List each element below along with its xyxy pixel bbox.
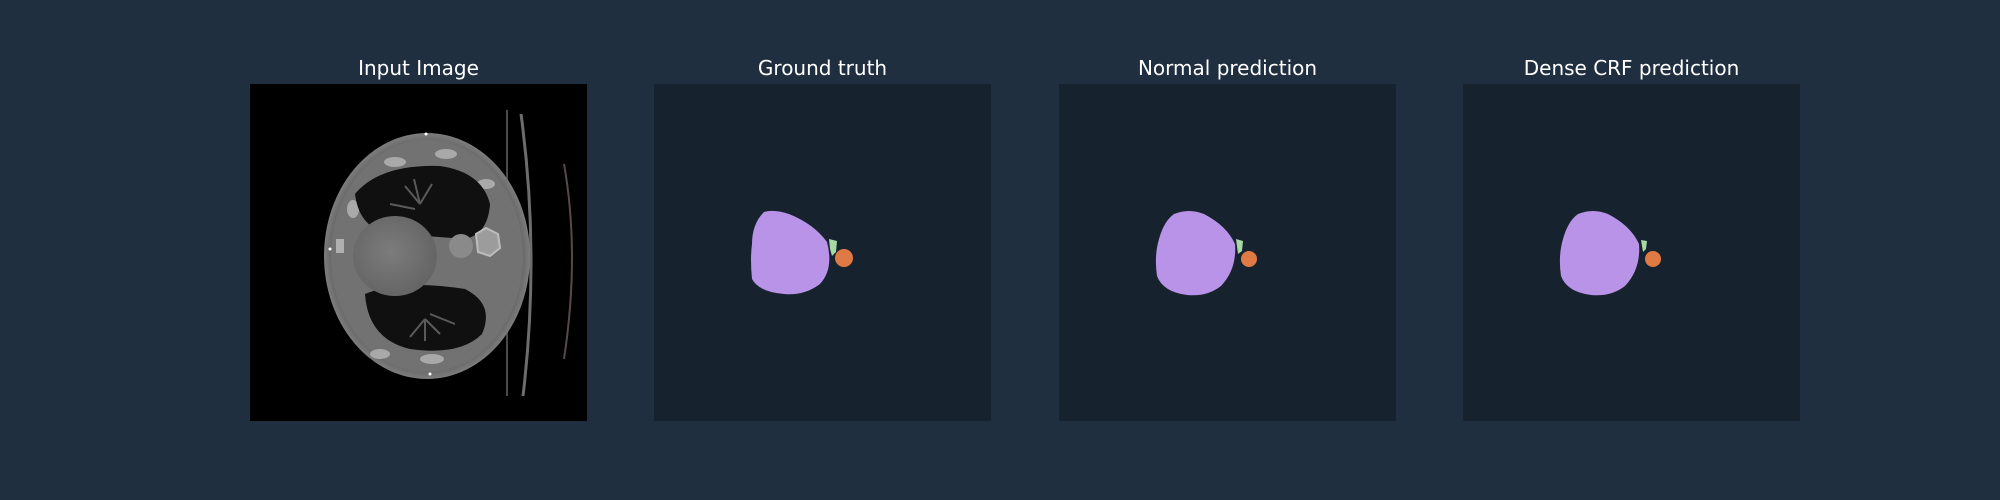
normal-prediction-mask <box>1059 84 1396 421</box>
panel-title-dense-crf-prediction: Dense CRF prediction <box>1523 56 1740 80</box>
figure: Input Image Ground truth Normal predicti… <box>0 0 2000 500</box>
normal-prediction-panel <box>1059 84 1396 421</box>
dense-crf-prediction-panel <box>1463 84 1800 421</box>
ground-truth-orange-region <box>835 249 853 267</box>
input-image-panel <box>250 84 587 421</box>
dense-crf-prediction-mask <box>1463 84 1800 421</box>
panel-title-ground-truth: Ground truth <box>757 56 888 80</box>
ground-truth-mask <box>654 84 991 421</box>
ground-truth-panel <box>654 84 991 421</box>
panel-title-normal-prediction: Normal prediction <box>1137 56 1318 80</box>
ct-scan-image <box>250 84 587 421</box>
normal-prediction-orange-region <box>1241 251 1257 267</box>
panel-title-input-image: Input Image <box>358 56 479 80</box>
dense-crf-orange-region <box>1645 251 1661 267</box>
